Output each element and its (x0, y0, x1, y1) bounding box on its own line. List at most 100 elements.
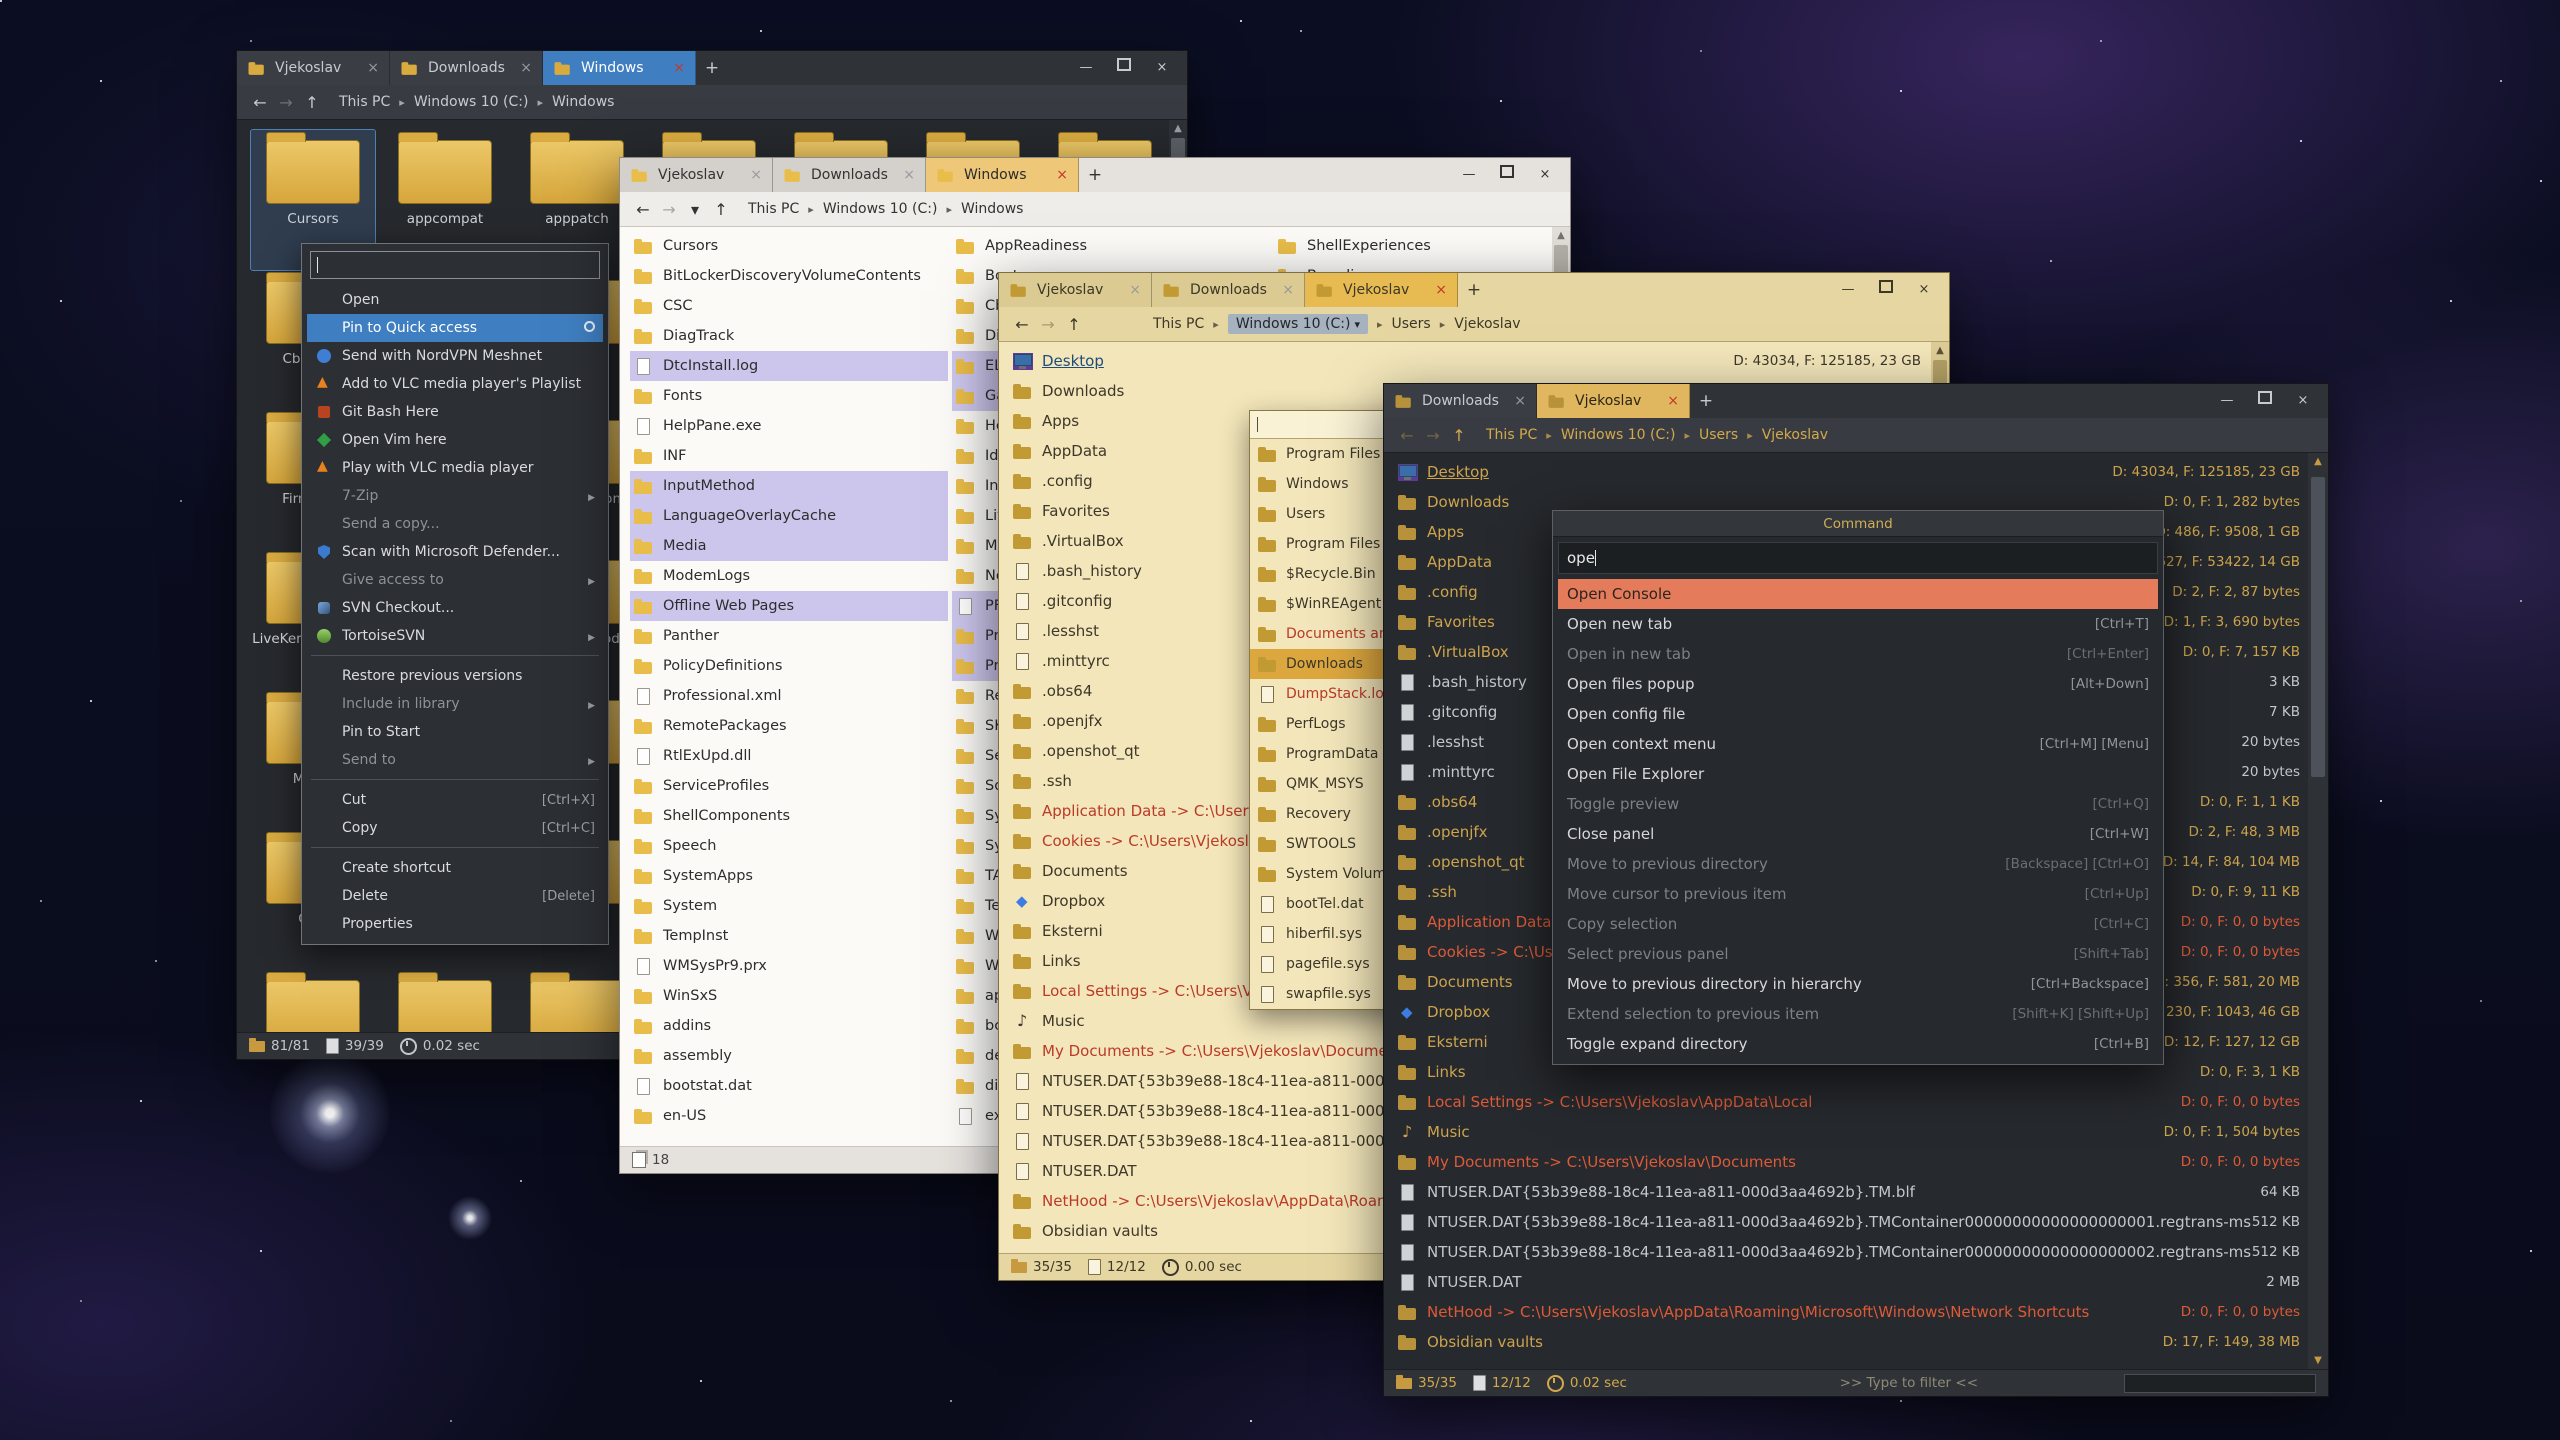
tab-close-icon[interactable]: × (903, 167, 915, 183)
history-dropdown-icon[interactable]: ▾ (682, 200, 708, 219)
grid-item[interactable]: rescache (383, 970, 507, 1032)
menu-item[interactable]: Play with VLC media player (307, 454, 603, 482)
back-button[interactable]: ← (630, 200, 656, 219)
tab-close-icon[interactable]: × (750, 167, 762, 183)
breadcrumb-user[interactable]: Vjekoslav (1454, 316, 1520, 332)
minimize-button[interactable]: — (2208, 389, 2246, 413)
menu-item[interactable]: TortoiseSVN (307, 622, 603, 650)
file-row[interactable]: InputMethod (630, 471, 948, 501)
scrollbar-thumb[interactable] (2311, 477, 2325, 777)
breadcrumb-drive[interactable]: Windows 10 (C:) (1561, 427, 1676, 443)
forward-button[interactable]: → (1420, 426, 1446, 445)
tab-close-icon[interactable]: × (1129, 282, 1141, 298)
forward-button[interactable]: → (1035, 315, 1061, 334)
close-button[interactable]: × (1526, 163, 1564, 187)
menu-item[interactable]: Include in library (307, 690, 603, 718)
maximize-button[interactable] (2246, 389, 2284, 413)
palette-item[interactable]: Copy selection [Ctrl+C] (1558, 909, 2158, 939)
menu-item[interactable]: Open (307, 286, 603, 314)
menu-item[interactable]: Properties (307, 910, 603, 938)
tab-close-icon[interactable]: × (1667, 393, 1679, 409)
palette-item[interactable]: Move cursor to previous item [Ctrl+Up] (1558, 879, 2158, 909)
tab-close-icon[interactable]: × (1514, 393, 1526, 409)
up-button[interactable]: ↑ (299, 93, 325, 112)
forward-button[interactable]: → (656, 200, 682, 219)
palette-item[interactable]: Toggle expand directory [Ctrl+B] (1558, 1029, 2158, 1059)
file-row[interactable]: CSC (630, 291, 948, 321)
palette-item[interactable]: Move to previous directory [Backspace] [… (1558, 849, 2158, 879)
breadcrumb-this-pc[interactable]: This PC (1153, 316, 1204, 332)
new-tab-button[interactable]: + (1458, 273, 1490, 307)
tab-close-icon[interactable]: × (367, 60, 379, 76)
file-row[interactable]: ServiceProfiles (630, 771, 948, 801)
maximize-button[interactable] (1488, 163, 1526, 187)
palette-item[interactable]: Open files popup [Alt+Down] (1558, 669, 2158, 699)
file-row[interactable]: Media (630, 531, 948, 561)
file-row[interactable]: System (630, 891, 948, 921)
tab[interactable]: Vjekoslav × (237, 51, 390, 85)
tab-close-icon[interactable]: × (673, 60, 685, 76)
file-row[interactable]: NTUSER.DAT{53b39e88-18c4-11ea-a811-000d3… (1384, 1207, 2308, 1237)
palette-item[interactable]: Open Console (1558, 579, 2158, 609)
file-row[interactable]: assembly (630, 1041, 948, 1071)
file-row[interactable]: NTUSER.DAT{53b39e88-18c4-11ea-a811-000d3… (1384, 1177, 2308, 1207)
maximize-button[interactable] (1105, 56, 1143, 80)
scroll-up-icon[interactable]: ▲ (1931, 345, 1949, 356)
tab[interactable]: Downloads × (773, 158, 926, 192)
palette-item[interactable]: Open config file (1558, 699, 2158, 729)
scroll-up-icon[interactable]: ▲ (2308, 456, 2328, 467)
close-button[interactable]: × (2284, 389, 2322, 413)
menu-item[interactable]: Send a copy... (307, 510, 603, 538)
tab[interactable]: Vjekoslav × (999, 273, 1152, 307)
titlebar[interactable]: Vjekoslav × Downloads × Windows × (237, 51, 1187, 85)
palette-item[interactable]: Extend selection to previous item [Shift… (1558, 999, 2158, 1029)
palette-item[interactable]: Close panel [Ctrl+W] (1558, 819, 2158, 849)
menu-item[interactable]: Add to VLC media player's Playlist (307, 370, 603, 398)
new-tab-button[interactable]: + (696, 51, 728, 85)
file-row[interactable]: Fonts (630, 381, 948, 411)
palette-search-input[interactable]: ope (1558, 542, 2158, 574)
breadcrumb-drive-dropdown[interactable]: Windows 10 (C:)▾ (1228, 314, 1368, 334)
tab-close-icon[interactable]: × (1282, 282, 1294, 298)
file-row[interactable]: BitLockerDiscoveryVolumeContents (630, 261, 948, 291)
titlebar[interactable]: Downloads × Vjekoslav × + — × (1384, 384, 2328, 418)
breadcrumb-drive[interactable]: Windows 10 (C:) (823, 201, 938, 217)
close-button[interactable]: × (1143, 56, 1181, 80)
tab-close-icon[interactable]: × (520, 60, 532, 76)
file-row[interactable]: NTUSER.DAT{53b39e88-18c4-11ea-a811-000d3… (1384, 1237, 2308, 1267)
file-row[interactable]: Desktop D: 43034, F: 125185, 23 GB (999, 346, 1929, 376)
scrollbar[interactable]: ▲ ▼ (2308, 453, 2328, 1369)
file-row[interactable]: DiagTrack (630, 321, 948, 351)
file-row[interactable]: WinSxS (630, 981, 948, 1011)
breadcrumb-this-pc[interactable]: This PC (339, 94, 390, 110)
tab[interactable]: Windows × (543, 51, 696, 85)
file-row[interactable]: HelpPane.exe (630, 411, 948, 441)
breadcrumb-user[interactable]: Vjekoslav (1762, 427, 1828, 443)
file-row[interactable]: ShellExperiences (1274, 231, 1570, 261)
minimize-button[interactable]: — (1829, 278, 1867, 302)
file-row[interactable]: RemotePackages (630, 711, 948, 741)
minimize-button[interactable]: — (1067, 56, 1105, 80)
menu-item[interactable]: 7-Zip (307, 482, 603, 510)
menu-item[interactable]: Give access to (307, 566, 603, 594)
file-row[interactable]: SystemApps (630, 861, 948, 891)
tab-close-icon[interactable]: × (1056, 167, 1068, 183)
tab[interactable]: Vjekoslav × (1305, 273, 1458, 307)
menu-item[interactable]: Send with NordVPN Meshnet (307, 342, 603, 370)
palette-item[interactable]: Open new tab [Ctrl+T] (1558, 609, 2158, 639)
maximize-button[interactable] (1867, 278, 1905, 302)
back-button[interactable]: ← (1009, 315, 1035, 334)
menu-item[interactable]: Copy [Ctrl+C] (307, 814, 603, 842)
scroll-up-icon[interactable]: ▲ (1169, 123, 1187, 134)
palette-item[interactable]: Open context menu [Ctrl+M] [Menu] (1558, 729, 2158, 759)
filter-input[interactable] (2124, 1374, 2316, 1393)
file-row[interactable]: ShellComponents (630, 801, 948, 831)
file-row[interactable]: ModemLogs (630, 561, 948, 591)
breadcrumb-this-pc[interactable]: This PC (748, 201, 799, 217)
titlebar[interactable]: Vjekoslav × Downloads × Vjekoslav × (999, 273, 1949, 307)
tab[interactable]: Downloads × (1384, 384, 1537, 418)
breadcrumb-users[interactable]: Users (1699, 427, 1738, 443)
file-row[interactable]: Offline Web Pages (630, 591, 948, 621)
file-row[interactable]: NetHood -> C:\Users\Vjekoslav\AppData\Ro… (1384, 1297, 2308, 1327)
palette-item[interactable]: Open in new tab [Ctrl+Enter] (1558, 639, 2158, 669)
